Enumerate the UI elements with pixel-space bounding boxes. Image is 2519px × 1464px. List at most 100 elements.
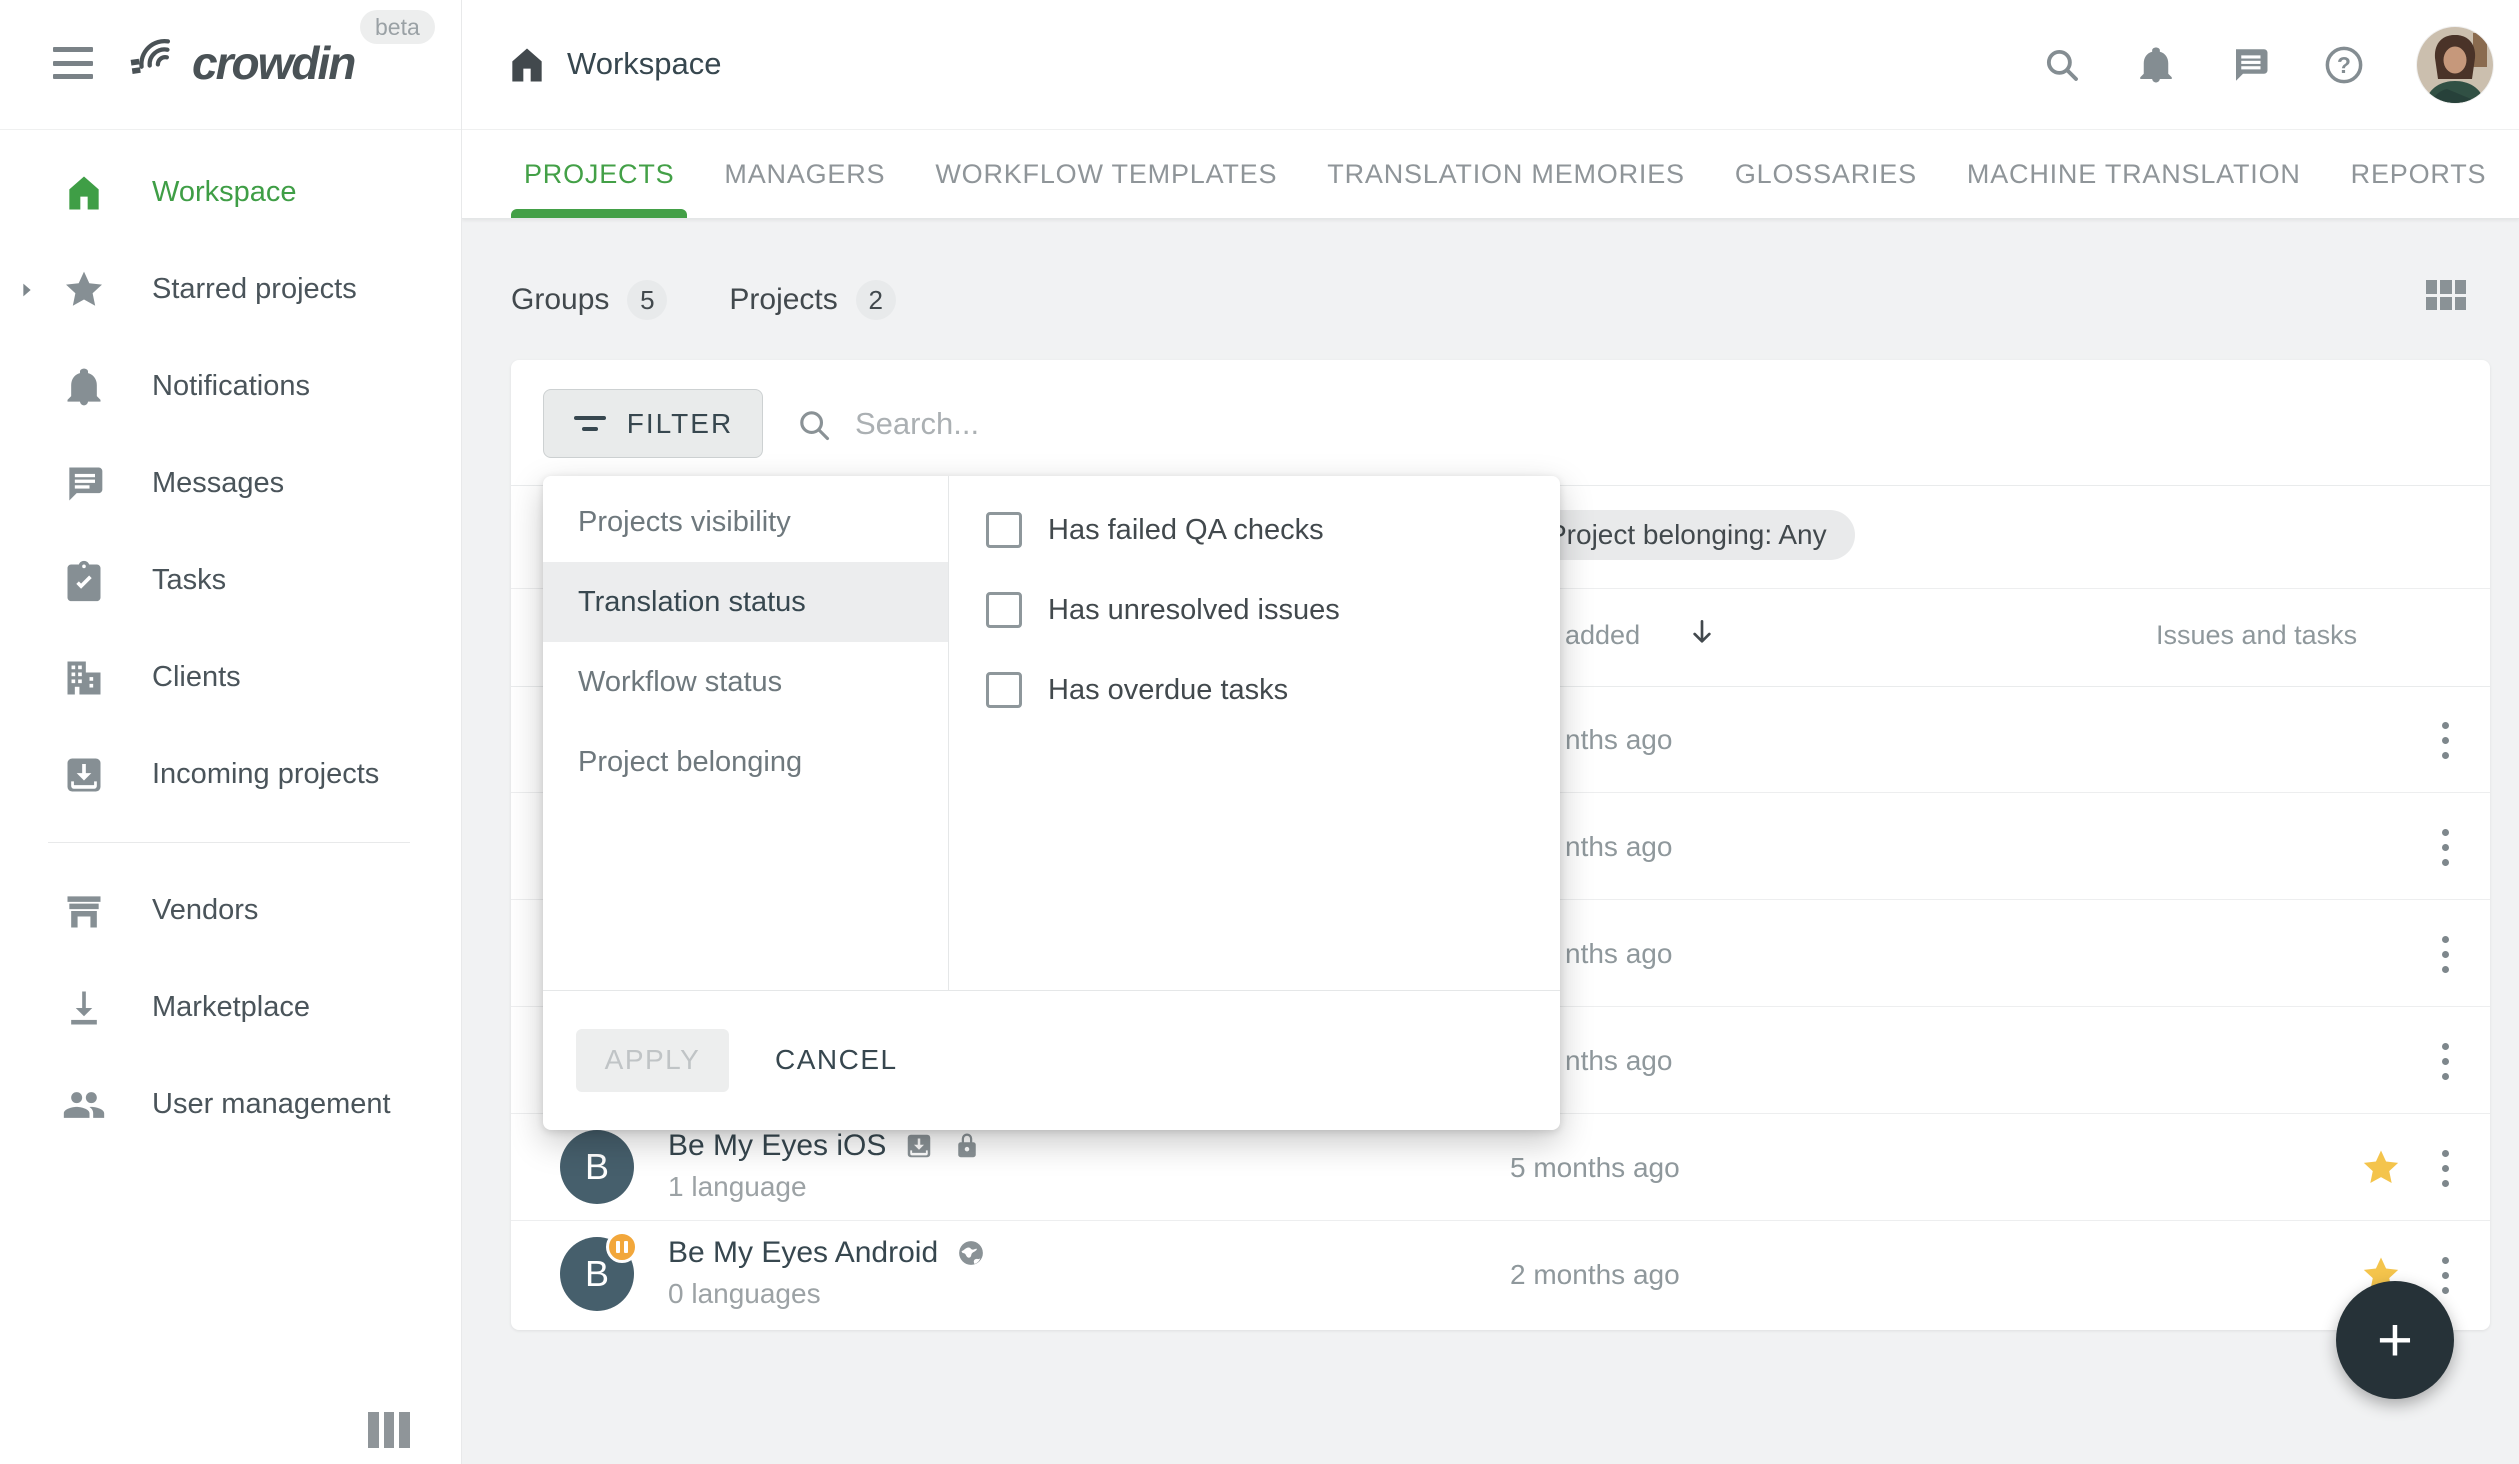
add-project-fab[interactable]: + [2336,1281,2454,1399]
sidebar-item-label: Notifications [152,370,310,403]
project-name[interactable]: Be My Eyes iOS [668,1129,886,1163]
project-initial: B [585,1253,609,1295]
row-menu-kebab-icon[interactable] [2432,1247,2458,1303]
sidebar-item-label: User management [152,1088,391,1121]
tab-reports[interactable]: REPORTS [2338,130,2500,218]
column-header-added[interactable]: added [1565,620,1640,651]
project-info: Be My Eyes iOS 1 language [668,1129,982,1203]
tab-label: PROJECTS [524,159,674,190]
columns-view-icon[interactable] [368,1412,410,1448]
projects-label: Projects [729,283,837,317]
cancel-button[interactable]: CANCEL [775,1044,898,1076]
filter-dropdown-menu: Projects visibility Translation status W… [543,476,948,802]
filter-menu-workflow-status[interactable]: Workflow status [543,642,948,722]
people-icon [62,1083,106,1127]
tab-workflow-templates[interactable]: WORKFLOW TEMPLATES [922,130,1290,218]
sidebar-item-incoming-projects[interactable]: Incoming projects [0,726,460,823]
option-has-failed-qa-checks[interactable]: Has failed QA checks [949,490,1560,570]
checkbox[interactable] [986,592,1022,628]
help-icon[interactable]: ? [2323,44,2365,86]
filter-menu-translation-status[interactable]: Translation status [543,562,948,642]
column-header-issues-and-tasks: Issues and tasks [2156,620,2357,651]
sidebar-item-marketplace[interactable]: Marketplace [0,959,460,1056]
crowdin-logo-icon [128,38,184,88]
download-icon [62,986,106,1030]
menu-item-label: Project belonging [578,746,802,779]
row-added: 2 months ago [1510,1259,1680,1291]
filter-menu-project-belonging[interactable]: Project belonging [543,722,948,802]
row-menu-kebab-icon[interactable] [2432,1140,2458,1196]
row-menu-kebab-icon[interactable] [2432,1033,2458,1089]
sidebar-item-label: Incoming projects [152,758,379,791]
filter-chip-project-belonging[interactable]: Project belonging: Any [1520,510,1855,560]
tab-glossaries[interactable]: GLOSSARIES [1722,130,1930,218]
user-avatar[interactable] [2417,27,2493,103]
checkbox[interactable] [986,512,1022,548]
sidebar-item-messages[interactable]: Messages [0,435,460,532]
sidebar-item-starred-projects[interactable]: Starred projects [0,241,460,338]
page-title: Workspace [567,46,722,82]
row-added: nths ago [1565,831,1672,863]
sidebar-item-tasks[interactable]: Tasks [0,532,460,629]
table-row-be-my-eyes-android[interactable]: B Be My Eyes Android 0 languages 2 month… [511,1221,2490,1328]
row-added: nths ago [1565,724,1672,756]
menu-hamburger-icon[interactable] [53,47,93,79]
projects-count-badge: 2 [856,280,896,320]
home-icon [505,43,549,87]
logo-wordmark: crowdin [192,36,354,90]
grid-view-icon[interactable] [2426,280,2466,310]
filter-button[interactable]: FILTER [543,389,763,458]
row-menu-kebab-icon[interactable] [2432,712,2458,768]
tab-translation-memories[interactable]: TRANSLATION MEMORIES [1314,130,1698,218]
projects-toggle[interactable]: Projects 2 [729,280,895,320]
tab-projects[interactable]: PROJECTS [511,130,687,218]
filter-chip-label: Project belonging: Any [1548,519,1827,551]
tasks-icon [62,559,106,603]
topbar: Workspace ? [462,0,2519,130]
sidebar-item-clients[interactable]: Clients [0,629,460,726]
chevron-right-icon[interactable] [16,279,38,301]
starred-icon[interactable] [2360,1147,2402,1189]
groups-label: Groups [511,283,609,317]
tab-label: TRANSLATION MEMORIES [1327,159,1685,190]
sidebar-item-label: Vendors [152,894,258,927]
checkbox[interactable] [986,672,1022,708]
crowdin-logo[interactable]: crowdin [128,36,354,90]
groups-projects-toggle: Groups 5 Projects 2 [511,276,896,324]
menu-item-label: Translation status [578,586,806,619]
row-menu-kebab-icon[interactable] [2432,926,2458,982]
notifications-bell-icon[interactable] [2135,44,2177,86]
search-icon[interactable] [2041,44,2083,86]
sidebar-header: crowdin beta [0,0,461,130]
option-has-unresolved-issues[interactable]: Has unresolved issues [949,570,1560,650]
row-menu-kebab-icon[interactable] [2432,819,2458,875]
filter-menu-projects-visibility[interactable]: Projects visibility [543,482,948,562]
tab-label: MACHINE TRANSLATION [1967,159,2301,190]
option-has-overdue-tasks[interactable]: Has overdue tasks [949,650,1560,730]
star-icon [62,268,106,312]
option-label: Has unresolved issues [1048,594,1340,627]
table-row-be-my-eyes-ios[interactable]: B Be My Eyes iOS 1 language 5 months ago [511,1114,2490,1221]
project-languages: 1 language [668,1171,982,1203]
sidebar-item-workspace[interactable]: Workspace [0,144,460,241]
filter-dropdown-footer: APPLY CANCEL [543,990,1560,1130]
incoming-project-icon [904,1131,934,1161]
search-input[interactable] [855,398,1615,450]
groups-count-badge: 5 [627,280,667,320]
messages-icon[interactable] [2229,44,2271,86]
storefront-icon [62,889,106,933]
filter-bar: FILTER [511,360,2490,486]
sidebar-item-notifications[interactable]: Notifications [0,338,460,435]
sidebar-item-vendors[interactable]: Vendors [0,862,460,959]
tab-label: MANAGERS [724,159,885,190]
apply-button[interactable]: APPLY [576,1029,729,1092]
sidebar-nav: Workspace Starred projects Notifications… [0,131,460,1153]
home-icon [62,171,106,215]
sidebar-item-user-management[interactable]: User management [0,1056,460,1153]
sort-desc-icon[interactable] [1686,616,1718,648]
tab-label: GLOSSARIES [1735,159,1917,190]
project-name[interactable]: Be My Eyes Android [668,1236,938,1270]
tab-machine-translation[interactable]: MACHINE TRANSLATION [1954,130,2314,218]
tab-managers[interactable]: MANAGERS [711,130,898,218]
groups-toggle[interactable]: Groups 5 [511,280,667,320]
